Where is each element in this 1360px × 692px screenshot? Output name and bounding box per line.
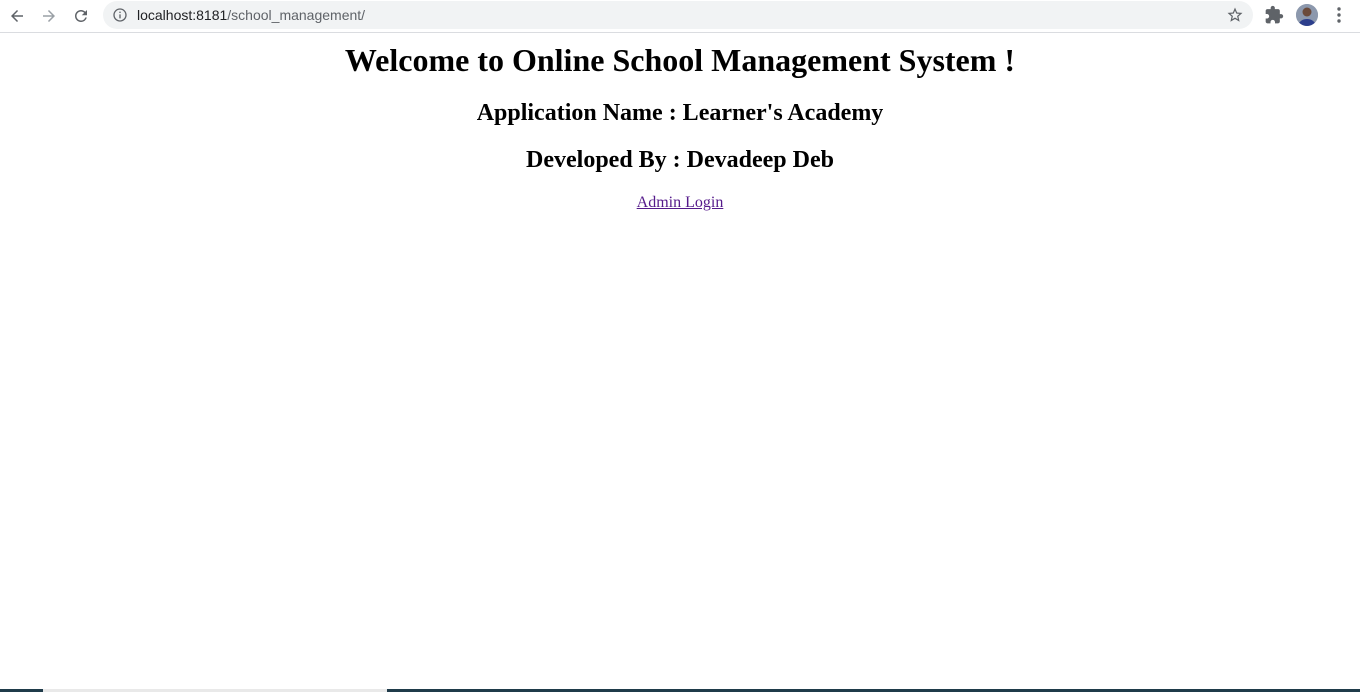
url-host: localhost:8181 (137, 7, 228, 23)
application-name-heading: Application Name : Learner's Academy (476, 100, 884, 126)
star-icon[interactable] (1226, 6, 1244, 24)
info-icon[interactable] (112, 7, 128, 23)
reload-button[interactable] (69, 4, 93, 28)
back-button[interactable] (5, 4, 29, 28)
developer-heading: Developed By : Devadeep Deb (526, 147, 834, 173)
more-vert-icon[interactable] (1330, 5, 1348, 25)
reload-icon (75, 9, 87, 22)
address-bar[interactable]: localhost:8181/school_management/ (103, 1, 1253, 29)
forward-button[interactable] (37, 4, 61, 28)
forward-arrow-icon (43, 10, 55, 22)
profile-avatar-image (1296, 4, 1318, 26)
admin-login-link[interactable]: Admin Login (637, 194, 724, 211)
back-arrow-icon (11, 10, 23, 22)
url-path: /school_management/ (227, 7, 366, 23)
extensions-puzzle-icon[interactable] (1264, 5, 1284, 25)
admin-login-container: Admin Login (0, 193, 1360, 213)
browser-toolbar: localhost:8181/school_management/ (0, 0, 1360, 33)
profile-avatar[interactable] (1296, 4, 1318, 26)
url-text[interactable]: localhost:8181/school_management/ (137, 7, 365, 23)
welcome-heading: Welcome to Online School Management Syst… (344, 42, 1016, 78)
